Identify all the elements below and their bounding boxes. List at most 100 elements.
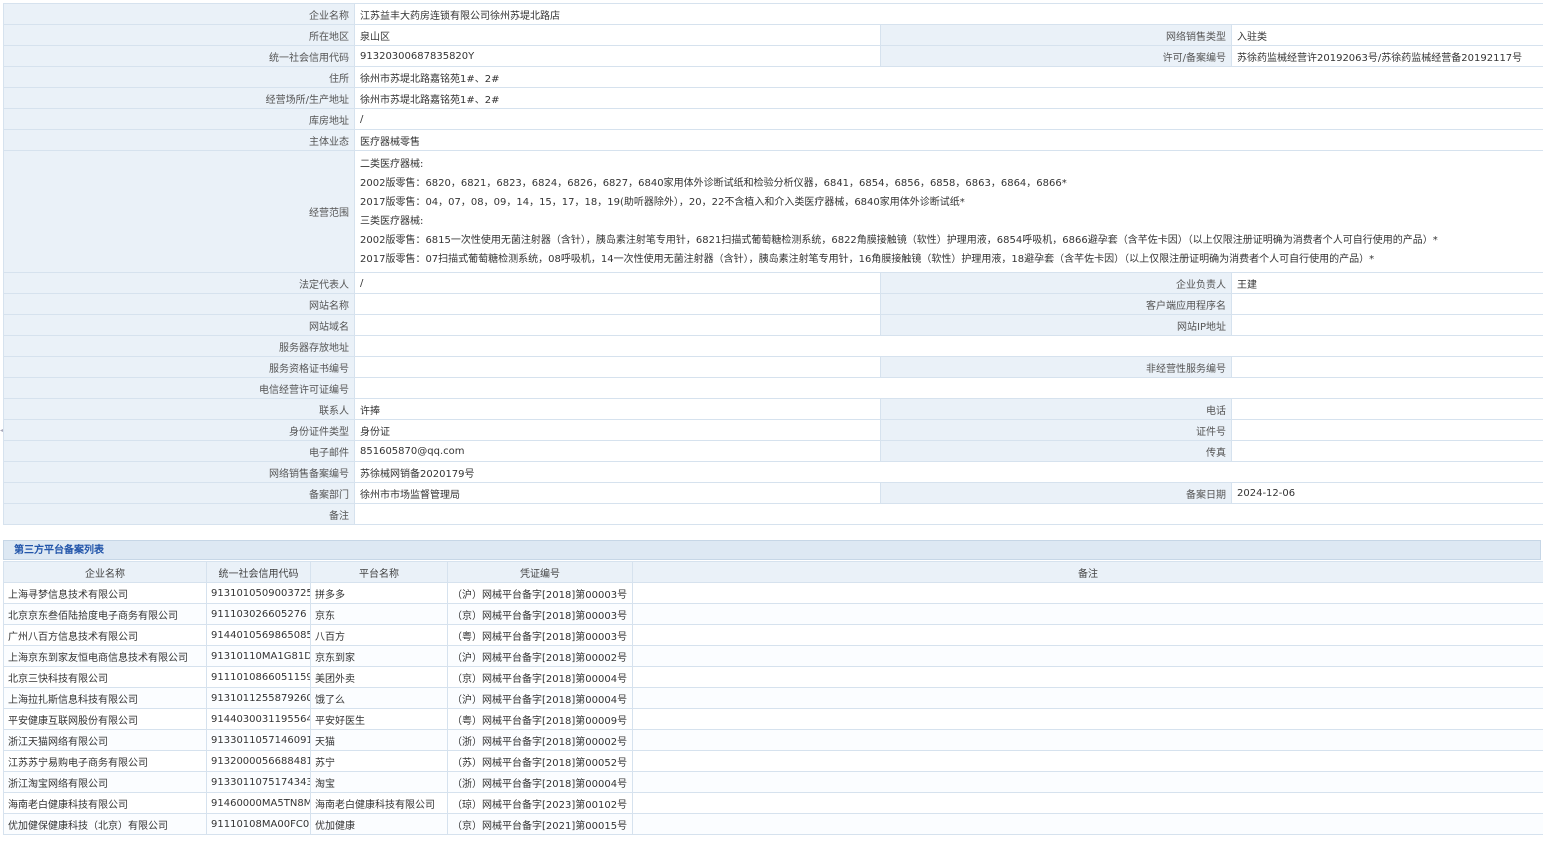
platform-header-row: 企业名称 统一社会信用代码 平台名称 凭证编号 备注 [3, 561, 1543, 583]
credit-code-label: 统一社会信用代码 [3, 45, 355, 67]
credit-code-cell: 911103026605276 5XB [206, 603, 311, 625]
col-header-company: 企业名称 [3, 561, 207, 583]
table-row: 广州八百方信息技术有限公司 914401056986508560 八百方 （粤）… [3, 624, 1543, 646]
cert-number-cell: （京）网械平台备字[2021]第00015号 [447, 813, 633, 835]
row-filing-dept: 备案部门 徐州市市场监督管理局 备案日期 2024-12-06 [3, 482, 1543, 504]
table-row: 江苏苏宁易购电子商务有限公司 913200005668848108 苏宁 （苏）… [3, 750, 1543, 772]
enterprise-info-table: 企业名称 江苏益丰大药房连锁有限公司徐州苏堤北路店 所在地区 泉山区 网络销售类… [3, 3, 1543, 525]
platform-table: 企业名称 统一社会信用代码 平台名称 凭证编号 备注 上海寻梦信息技术有限公司 … [3, 561, 1543, 835]
row-website-name: 网站名称 客户端应用程序名 [3, 293, 1543, 315]
row-residence: 住所 徐州市苏堤北路嘉铭苑1#、2# [3, 66, 1543, 88]
table-row: 上海寻梦信息技术有限公司 9131010509003725 2C 拼多多 （沪）… [3, 582, 1543, 604]
platform-cell: 苏宁 [310, 750, 448, 772]
platform-cell: 京东到家 [310, 645, 448, 667]
website-name-value [354, 293, 881, 315]
row-remark: 备注 [3, 503, 1543, 525]
cert-number-cell: （京）网械平台备字[2018]第00003号 [447, 603, 633, 625]
table-row: 浙江天猫网络有限公司 91330110571460916M 天猫 （浙）网械平台… [3, 729, 1543, 751]
platform-cell: 美团外卖 [310, 666, 448, 688]
company-cell: 浙江淘宝网络有限公司 [3, 771, 207, 793]
client-app-label: 客户端应用程序名 [880, 293, 1232, 315]
filing-dept-label: 备案部门 [3, 482, 355, 504]
company-cell: 上海京东到家友恒电商信息技术有限公司 [3, 645, 207, 667]
row-warehouse: 库房地址 / [3, 108, 1543, 130]
business-address-value: 徐州市苏堤北路嘉铭苑1#、2# [353, 87, 1543, 109]
scope-line: 2002版零售：6815一次性使用无菌注射器（含针），胰岛素注射笔专用针，682… [360, 234, 1438, 246]
company-name-label: 企业名称 [3, 3, 355, 25]
table-row: 优加健保健康科技（北京）有限公司 91110108MA00FC0R25 优加健康… [3, 813, 1543, 835]
remark-cell [632, 582, 1543, 604]
scope-line: 三类医疗器械: [360, 215, 424, 227]
cert-number-cell: （浙）网械平台备字[2018]第00004号 [447, 771, 633, 793]
legal-rep-value: / [354, 272, 881, 294]
cert-number-cell: （琼）网械平台备字[2023]第00102号 [447, 792, 633, 814]
client-app-value [1230, 293, 1543, 315]
ip-value [1230, 314, 1543, 336]
company-cell: 江苏苏宁易购电子商务有限公司 [3, 750, 207, 772]
company-cell: 广州八百方信息技术有限公司 [3, 624, 207, 646]
company-cell: 平安健康互联网股份有限公司 [3, 708, 207, 730]
scope-line: 2017版零售：04，07，08，09，14，15，17，18，19(助听器除外… [360, 196, 965, 208]
phone-value [1230, 398, 1543, 420]
table-row: 浙江淘宝网络有限公司 913301107517434382 淘宝 （浙）网械平台… [3, 771, 1543, 793]
row-id-type: 身份证件类型 身份证 证件号 [3, 419, 1543, 441]
phone-label: 电话 [880, 398, 1232, 420]
fax-value [1230, 440, 1543, 462]
filing-date-value: 2024-12-06 [1230, 482, 1543, 504]
non-op-service-label: 非经营性服务编号 [880, 356, 1232, 378]
row-telecom-license: 电信经营许可证编号 [3, 377, 1543, 399]
row-credit-code: 统一社会信用代码 91320300687835820Y 许可/备案编号 苏徐药监… [3, 45, 1543, 67]
credit-code-cell: 913301107517434382 [206, 771, 311, 793]
business-address-label: 经营场所/生产地址 [3, 87, 355, 109]
table-row: 北京三快科技有限公司 91110108660511594M 美团外卖 （京）网械… [3, 666, 1543, 688]
warehouse-value: / [353, 108, 1543, 130]
company-cell: 上海拉扎斯信息科技有限公司 [3, 687, 207, 709]
platform-section-title: 第三方平台备案列表 [3, 540, 1541, 560]
service-cert-label: 服务资格证书编号 [3, 356, 355, 378]
cert-number-cell: （京）网械平台备字[2018]第00004号 [447, 666, 633, 688]
id-type-label: 身份证件类型 [3, 419, 355, 441]
remark-cell [632, 813, 1543, 835]
residence-label: 住所 [3, 66, 355, 88]
scope-line: 2017版零售：07扫描式葡萄糖检测系统，08呼吸机，14一次性使用无菌注射器（… [360, 253, 1375, 265]
license-label: 许可/备案编号 [880, 45, 1232, 67]
remark-cell [632, 624, 1543, 646]
warehouse-label: 库房地址 [3, 108, 355, 130]
credit-code-cell: 9131010509003725 2C [206, 582, 311, 604]
platform-cell: 海南老白健康科技有限公司 [310, 792, 448, 814]
col-header-remark: 备注 [632, 561, 1543, 583]
credit-code-value: 91320300687835820Y [354, 45, 881, 67]
remark-cell [632, 792, 1543, 814]
remark-cell [632, 729, 1543, 751]
row-region: 所在地区 泉山区 网络销售类型 入驻类 [3, 24, 1543, 46]
fax-label: 传真 [880, 440, 1232, 462]
region-label: 所在地区 [3, 24, 355, 46]
row-contact: 联系人 许捧 电话 [3, 398, 1543, 420]
filing-dept-value: 徐州市市场监督管理局 [354, 482, 881, 504]
page: ◂ 企业名称 江苏益丰大药房连锁有限公司徐州苏堤北路店 所在地区 泉山区 网络销… [0, 0, 1543, 841]
row-legal-rep: 法定代表人 / 企业负责人 王建 [3, 272, 1543, 294]
company-cell: 上海寻梦信息技术有限公司 [3, 582, 207, 604]
email-value: 851605870@qq.com [354, 440, 881, 462]
remark-cell [632, 771, 1543, 793]
cert-number-cell: （苏）网械平台备字[2018]第00052号 [447, 750, 633, 772]
cert-number-cell: （粤）网械平台备字[2018]第00003号 [447, 624, 633, 646]
row-filing-number: 网络销售备案编号 苏徐械网销备2020179号 [3, 461, 1543, 483]
row-scope: 经营范围 二类医疗器械: 2002版零售：6820，6821，6823，6824… [3, 150, 1543, 273]
cert-number-cell: （浙）网械平台备字[2018]第00002号 [447, 729, 633, 751]
remark-cell [632, 645, 1543, 667]
contact-label: 联系人 [3, 398, 355, 420]
main-business-value: 医疗器械零售 [353, 129, 1543, 151]
col-header-credit-code: 统一社会信用代码 [206, 561, 311, 583]
remark-cell [632, 687, 1543, 709]
credit-code-cell: 913200005668848108 [206, 750, 311, 772]
filing-date-label: 备案日期 [880, 482, 1232, 504]
col-header-platform: 平台名称 [310, 561, 448, 583]
cert-number-cell: （沪）网械平台备字[2018]第00002号 [447, 645, 633, 667]
platform-cell: 京东 [310, 603, 448, 625]
id-number-value [1230, 419, 1543, 441]
row-main-business: 主体业态 医疗器械零售 [3, 129, 1543, 151]
region-value: 泉山区 [354, 24, 881, 46]
remark-cell [632, 708, 1543, 730]
non-op-service-value [1230, 356, 1543, 378]
